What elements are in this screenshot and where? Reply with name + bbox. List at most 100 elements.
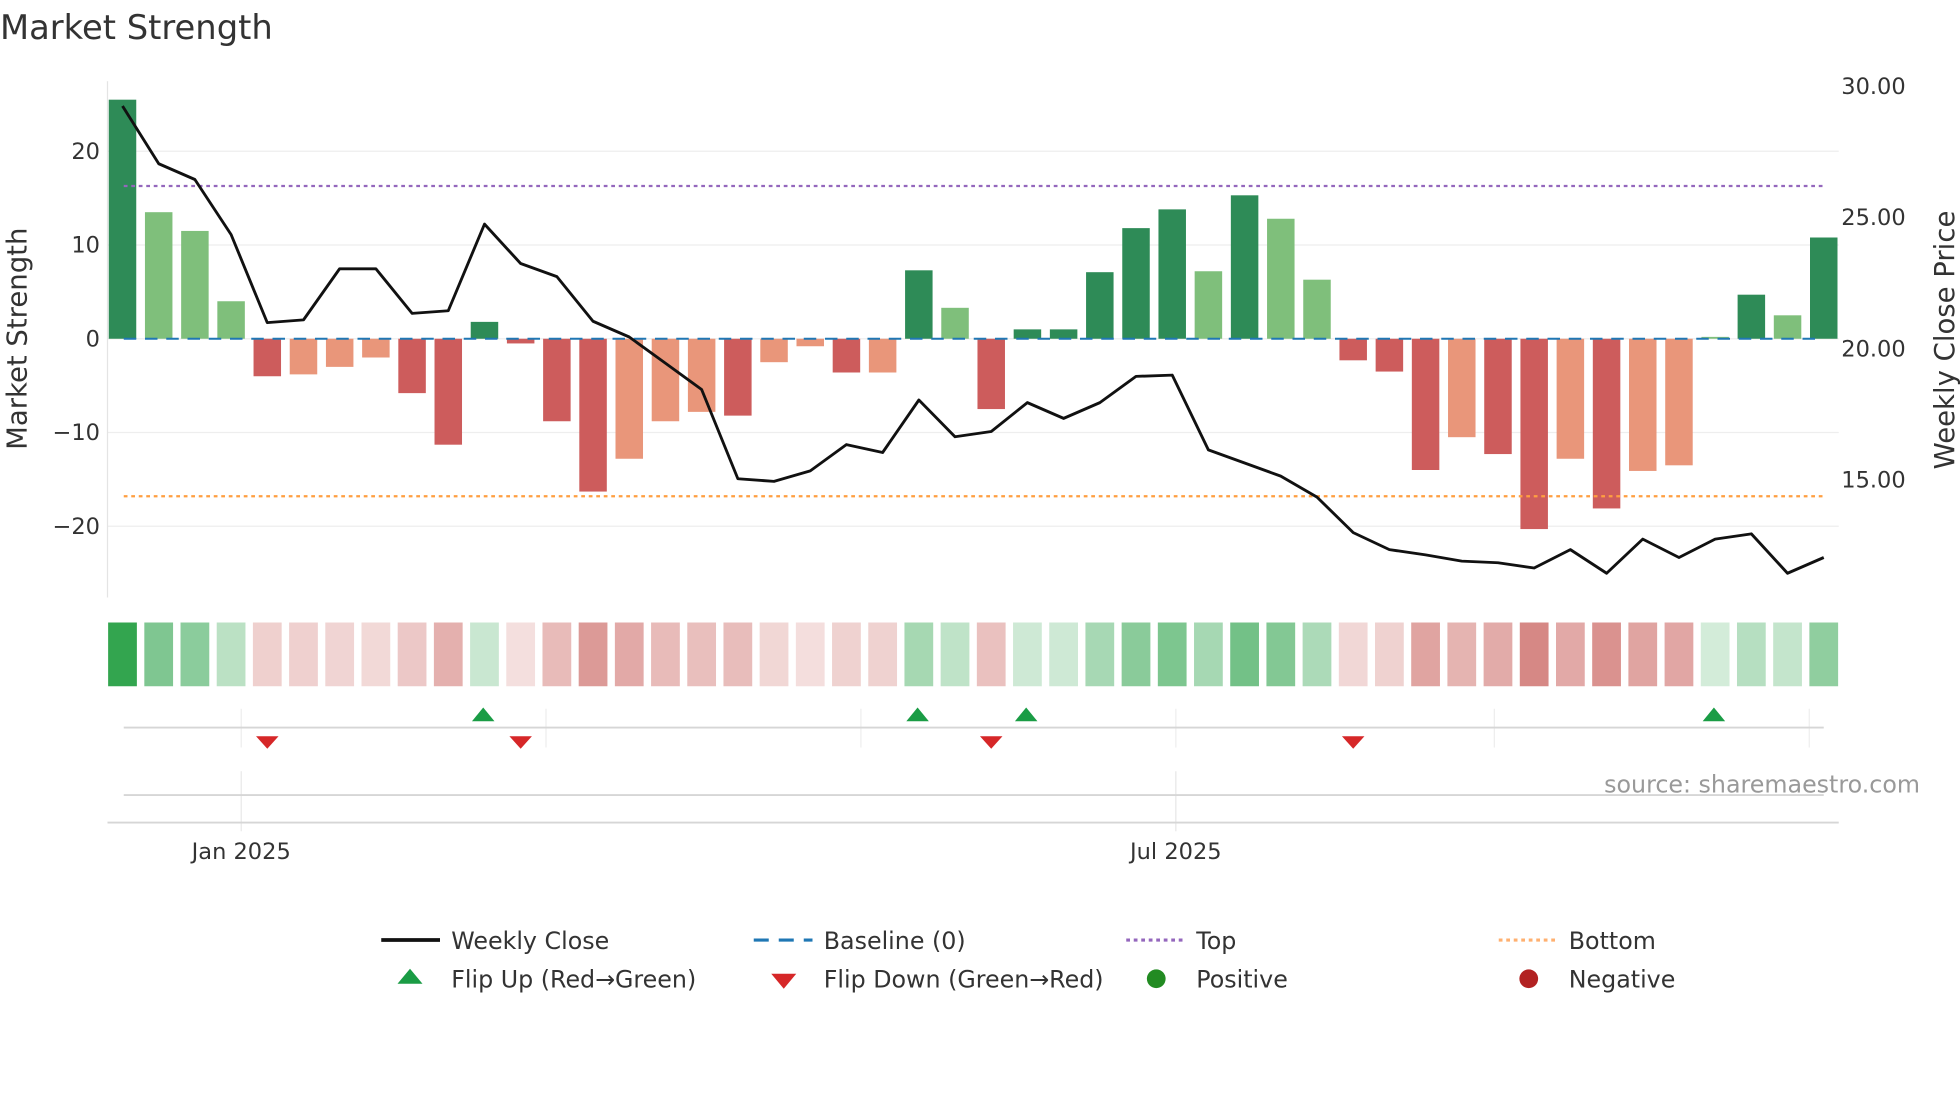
- strength-cell: [180, 622, 210, 687]
- strength-bar: [1665, 338, 1693, 466]
- strength-bar: [1158, 209, 1186, 339]
- strength-cell: [1230, 622, 1259, 687]
- strength-cell: [976, 622, 1006, 687]
- positive-dot-icon: [1146, 969, 1166, 989]
- strength-bar: [1810, 237, 1838, 339]
- x-tick-label: Jan 2025: [190, 839, 291, 865]
- legend-positive: Positive: [1196, 966, 1288, 994]
- strength-bar: [1375, 338, 1404, 372]
- strength-cell: [325, 622, 355, 687]
- strength-cell: [1447, 622, 1477, 687]
- strength-bar: [977, 338, 1005, 410]
- strength-bar: [1303, 279, 1331, 339]
- flip-down-icon: [509, 736, 532, 749]
- heat-strip: [108, 622, 1839, 687]
- strength-bar: [760, 338, 788, 363]
- strength-cell: [1773, 622, 1802, 687]
- flip-down-icon: [256, 736, 279, 749]
- strength-cell: [1013, 622, 1042, 687]
- x-axis: Jan 2025 Jul 2025: [107, 771, 1839, 865]
- strength-bar: [796, 338, 824, 347]
- strength-cell: [1736, 622, 1766, 687]
- strength-bar: [289, 338, 318, 375]
- legend-baseline: Baseline (0): [824, 927, 966, 955]
- strength-bar: [832, 338, 861, 373]
- strength-bar: [1520, 338, 1548, 530]
- strength-cell: [433, 622, 463, 687]
- strength-cell: [578, 622, 608, 687]
- flip-panel: [123, 707, 1824, 749]
- strength-cell: [1700, 622, 1730, 687]
- strength-cell: [397, 622, 427, 687]
- flip-up-icon: [397, 968, 423, 984]
- strength-bar: [1737, 294, 1766, 339]
- flip-up-icon: [1014, 707, 1038, 722]
- strength-cell: [1519, 622, 1549, 687]
- x-tick-label: Jul 2025: [1128, 839, 1222, 865]
- strength-bar: [325, 338, 354, 367]
- strength-bar: [362, 338, 390, 358]
- y-tick-label: 20: [71, 139, 100, 165]
- strength-bar: [1773, 315, 1802, 339]
- legend-top: Top: [1195, 927, 1236, 955]
- y-tick-label: 10: [71, 233, 100, 259]
- strength-bar: [579, 338, 607, 492]
- strength-cell: [1592, 622, 1621, 687]
- strength-cell: [1194, 622, 1223, 687]
- flip-down-icon: [771, 973, 797, 989]
- strength-cell: [1266, 622, 1296, 687]
- axes: 20 10 0 −10 −20 30.00 25.00 20.00 15.00: [53, 74, 1906, 598]
- strength-bar: [868, 338, 897, 373]
- strength-bar: [1339, 338, 1367, 361]
- strength-bar: [1049, 329, 1078, 339]
- strength-cell: [1809, 622, 1839, 687]
- strength-cell: [1555, 622, 1585, 687]
- legend: Weekly Close Baseline (0) Top Bottom Fli…: [381, 927, 1675, 994]
- legend-bottom: Bottom: [1569, 927, 1656, 955]
- strength-cell: [795, 622, 825, 687]
- legend-weekly-close: Weekly Close: [451, 927, 609, 955]
- flip-down-icon: [1341, 736, 1365, 749]
- strength-bar: [651, 338, 680, 422]
- strength-cell: [506, 622, 536, 687]
- strength-bar: [1629, 338, 1657, 471]
- strength-cell: [723, 622, 753, 687]
- strength-bar: [1484, 338, 1512, 455]
- strength-cell: [216, 622, 246, 687]
- strength-cell: [252, 622, 282, 687]
- strength-cell: [108, 622, 137, 687]
- y-right-tick-label: 20.00: [1841, 336, 1905, 362]
- strength-cell: [759, 622, 789, 687]
- strength-bar: [108, 99, 137, 339]
- strength-bar: [724, 338, 752, 416]
- legend-negative: Negative: [1569, 966, 1676, 994]
- flip-up-icon: [1702, 707, 1726, 722]
- flip-down-icon: [979, 736, 1003, 749]
- strength-bar: [1122, 228, 1150, 339]
- market-strength-chart: Market Strength 20 10 0 −10 −20 30.00 25.00 20.…: [0, 8, 1960, 994]
- strength-bar: [144, 212, 173, 339]
- y-right-tick-label: 15.00: [1841, 468, 1905, 494]
- y-tick-label: −10: [53, 420, 100, 446]
- strength-bar: [1267, 218, 1295, 339]
- strength-cell: [614, 622, 644, 687]
- strength-cell: [361, 622, 391, 687]
- strength-bar: [1086, 272, 1114, 339]
- strength-cell: [651, 622, 680, 687]
- y-tick-label: −20: [53, 514, 100, 540]
- strength-bar: [470, 321, 499, 339]
- strength-cell: [832, 622, 861, 687]
- y-right-tick-label: 30.00: [1841, 74, 1905, 100]
- strength-bars: [108, 99, 1838, 530]
- strength-bar: [253, 338, 282, 377]
- strength-cell: [144, 622, 174, 687]
- strength-bar: [543, 338, 571, 422]
- strength-cell: [1375, 622, 1404, 687]
- strength-cell: [1157, 622, 1187, 687]
- strength-bar: [941, 307, 969, 339]
- flip-up-icon: [471, 707, 495, 722]
- strength-cell: [289, 622, 318, 687]
- legend-flip-up: Flip Up (Red→Green): [451, 966, 696, 994]
- strength-bar: [181, 230, 209, 339]
- y-tick-label: 0: [86, 326, 100, 352]
